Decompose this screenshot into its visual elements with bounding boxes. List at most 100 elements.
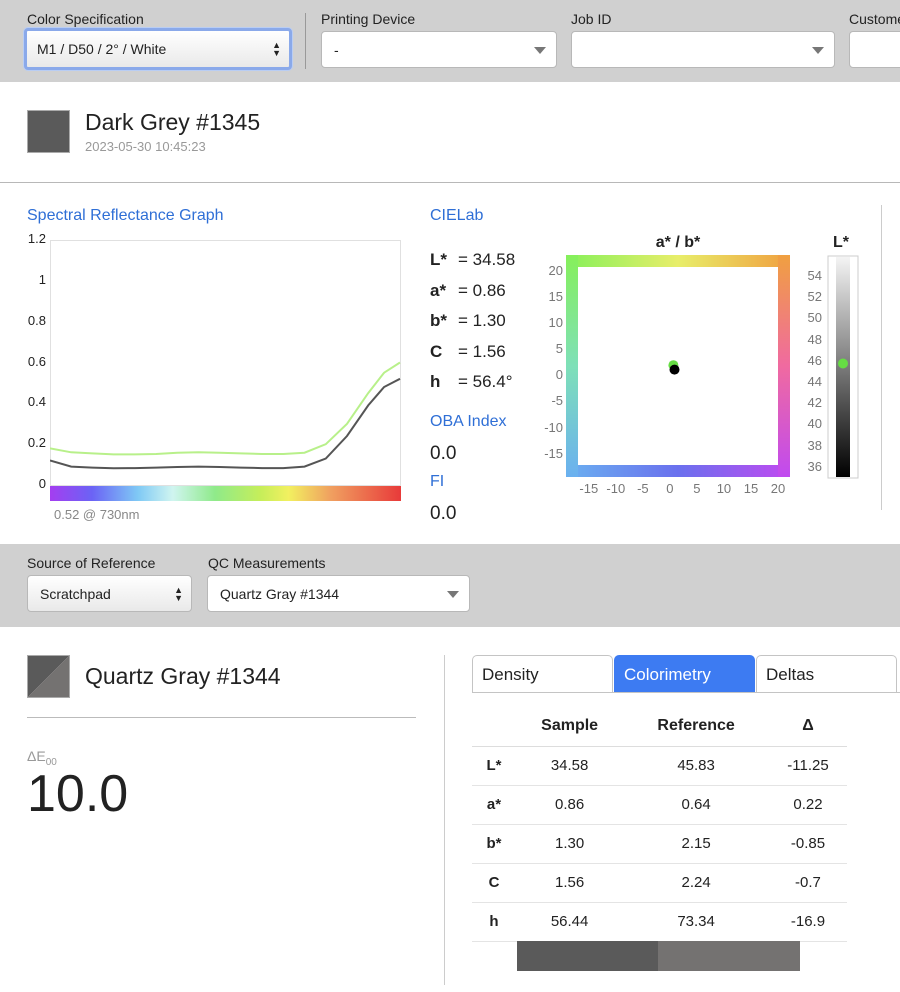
ab-x-tick: 5	[693, 481, 701, 496]
qc-measurements-select[interactable]: Quartz Gray #1344	[207, 575, 470, 612]
visible-spectrum-bar	[50, 486, 401, 501]
table-row: b* 1.30 2.15 -0.85	[472, 824, 847, 864]
table-row: C 1.56 2.24 -0.7	[472, 863, 847, 903]
l-tick: 42	[807, 395, 822, 411]
toolbar-divider	[305, 13, 306, 69]
sample-swatch	[27, 110, 70, 153]
l-tick: 40	[807, 416, 822, 432]
l-tick: 44	[807, 373, 822, 389]
spectral-y-tick: 0.6	[27, 353, 46, 369]
ab-y-tick: -5	[551, 393, 563, 409]
printing-device-select[interactable]: -	[321, 31, 557, 68]
tab-colorimetry[interactable]: Colorimetry	[614, 655, 755, 693]
l-marker	[838, 358, 848, 369]
color-spec-value: M1 / D50 / 2° / White	[37, 41, 167, 57]
spectral-y-tick: 1	[38, 271, 46, 287]
sample-color-bar	[517, 941, 658, 971]
ab-x-tick: -10	[606, 481, 626, 496]
table-header-row: Sample Reference Δ	[472, 707, 847, 747]
fi-label: FI	[430, 473, 445, 490]
reference-divider	[27, 717, 416, 718]
qc-measurements-value: Quartz Gray #1344	[220, 585, 340, 602]
right-panel-divider	[881, 205, 882, 510]
spectral-y-tick: 0	[38, 476, 46, 491]
l-tick: 38	[807, 437, 822, 453]
ab-x-tick: 15	[743, 481, 759, 496]
l-tick: 46	[807, 352, 822, 368]
updown-arrows-icon: ▲ ▼	[174, 584, 183, 603]
table-header-sample: Sample	[516, 707, 624, 747]
printing-device-value: -	[334, 41, 339, 58]
sample-name: Dark Grey #1345	[85, 109, 261, 135]
ab-y-tick: 5	[555, 341, 563, 357]
table-row: a* 0.86 0.64 0.22	[472, 785, 847, 825]
reference-comparison-swatch	[27, 655, 70, 698]
top-toolbar: Color Specification M1 / D50 / 2° / Whit…	[0, 0, 900, 82]
source-of-reference-select[interactable]: Scratchpad ▲ ▼	[27, 575, 192, 612]
ab-chromaticity-plot[interactable]	[566, 255, 790, 477]
job-id-select[interactable]	[571, 31, 835, 68]
cielab-title: CIELab	[430, 207, 484, 224]
color-spec-label: Color Specification	[27, 11, 144, 27]
table-row: h 56.44 73.34 -16.9	[472, 902, 847, 942]
cielab-row-a: a* = 0.86	[430, 281, 506, 300]
delta-e-value: 10.0	[27, 765, 129, 823]
printing-device-label: Printing Device	[321, 11, 416, 27]
ab-y-tick: -15	[544, 445, 563, 461]
ab-y-tick: 10	[548, 315, 563, 331]
chevron-down-icon	[812, 46, 824, 54]
source-of-reference-value: Scratchpad	[40, 585, 111, 602]
reference-toolbar: Source of Reference Scratchpad ▲ ▼ QC Mea…	[0, 544, 900, 627]
ab-border-bottom	[566, 465, 790, 477]
ab-plot-title: a* / b*	[655, 234, 701, 251]
customer-label: Custome	[849, 11, 900, 27]
colorimetry-table: Sample Reference Δ L* 34.58 45.83 -11.25 a*…	[472, 707, 847, 942]
spectral-y-tick: 0.2	[27, 435, 46, 451]
ab-border-right	[778, 255, 790, 477]
detail-divider	[444, 655, 445, 985]
ab-x-tick: 20	[770, 481, 786, 496]
ab-border-left	[566, 255, 578, 477]
section-divider	[0, 182, 900, 183]
table-header-reference: Reference	[623, 707, 769, 747]
sample-timestamp: 2023-05-30 10:45:23	[85, 139, 206, 154]
reference-color-bar	[658, 941, 800, 971]
spectral-plot-area	[50, 240, 401, 486]
qc-measurements-label: QC Measurements	[208, 555, 326, 571]
oba-index-label: OBA Index	[430, 413, 507, 430]
ab-y-tick: -10	[544, 419, 563, 435]
cielab-row-b: b* = 1.30	[430, 311, 506, 330]
spectral-graph-title: Spectral Reflectance Graph	[27, 207, 224, 224]
table-row: L* 34.58 45.83 -11.25	[472, 746, 847, 786]
table-header-delta: Δ	[768, 707, 847, 747]
tab-deltas[interactable]: Deltas	[756, 655, 897, 693]
tabs-underline	[472, 692, 900, 693]
spectral-y-tick: 0.8	[27, 312, 46, 328]
l-tick: 54	[807, 267, 822, 283]
l-tick: 52	[807, 289, 822, 305]
customer-select[interactable]	[849, 31, 900, 68]
l-tick: 36	[807, 458, 822, 474]
cielab-row-l: L* = 34.58	[430, 250, 516, 269]
l-plot-title: L*	[833, 234, 849, 251]
spectral-reflectance-chart[interactable]	[50, 240, 401, 502]
spectral-readout: 0.52 @ 730nm	[54, 507, 140, 522]
ab-y-tick: 0	[555, 367, 563, 383]
chevron-down-icon	[447, 590, 459, 598]
ab-x-tick: -5	[637, 481, 649, 496]
l-tick: 50	[807, 310, 822, 326]
fi-value: 0.0	[430, 503, 457, 524]
ab-border-top	[566, 255, 790, 267]
ab-y-tick: 20	[548, 263, 563, 279]
color-spec-select[interactable]: M1 / D50 / 2° / White ▲ ▼	[24, 28, 292, 70]
cielab-row-h: h = 56.4°	[430, 372, 513, 391]
reference-name: Quartz Gray #1344	[85, 663, 281, 689]
lightness-scale[interactable]	[826, 255, 862, 479]
cielab-row-c: C = 1.56	[430, 342, 506, 361]
ab-x-tick: 10	[716, 481, 732, 496]
oba-index-value: 0.0	[430, 443, 457, 464]
chevron-down-icon	[534, 46, 546, 54]
tab-density[interactable]: Density	[472, 655, 613, 693]
table-header-blank	[472, 707, 516, 747]
ab-point-1	[669, 364, 680, 375]
